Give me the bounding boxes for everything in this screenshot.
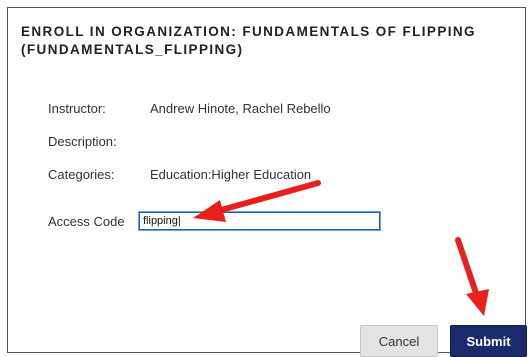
instructor-label: Instructor:	[48, 101, 106, 116]
description-label: Description:	[48, 134, 117, 149]
cancel-button[interactable]: Cancel	[360, 325, 438, 357]
enroll-dialog: ENROLL IN ORGANIZATION: FUNDAMENTALS OF …	[7, 7, 527, 357]
categories-value: Education:Higher Education	[150, 167, 312, 182]
access-code-label: Access Code	[48, 214, 125, 229]
access-code-input[interactable]	[139, 212, 380, 230]
dialog-title: ENROLL IN ORGANIZATION: FUNDAMENTALS OF …	[21, 24, 476, 57]
submit-button[interactable]: Submit	[450, 325, 527, 357]
categories-label: Categories:	[48, 167, 115, 182]
instructor-value: Andrew Hinote, Rachel Rebello	[150, 101, 331, 116]
